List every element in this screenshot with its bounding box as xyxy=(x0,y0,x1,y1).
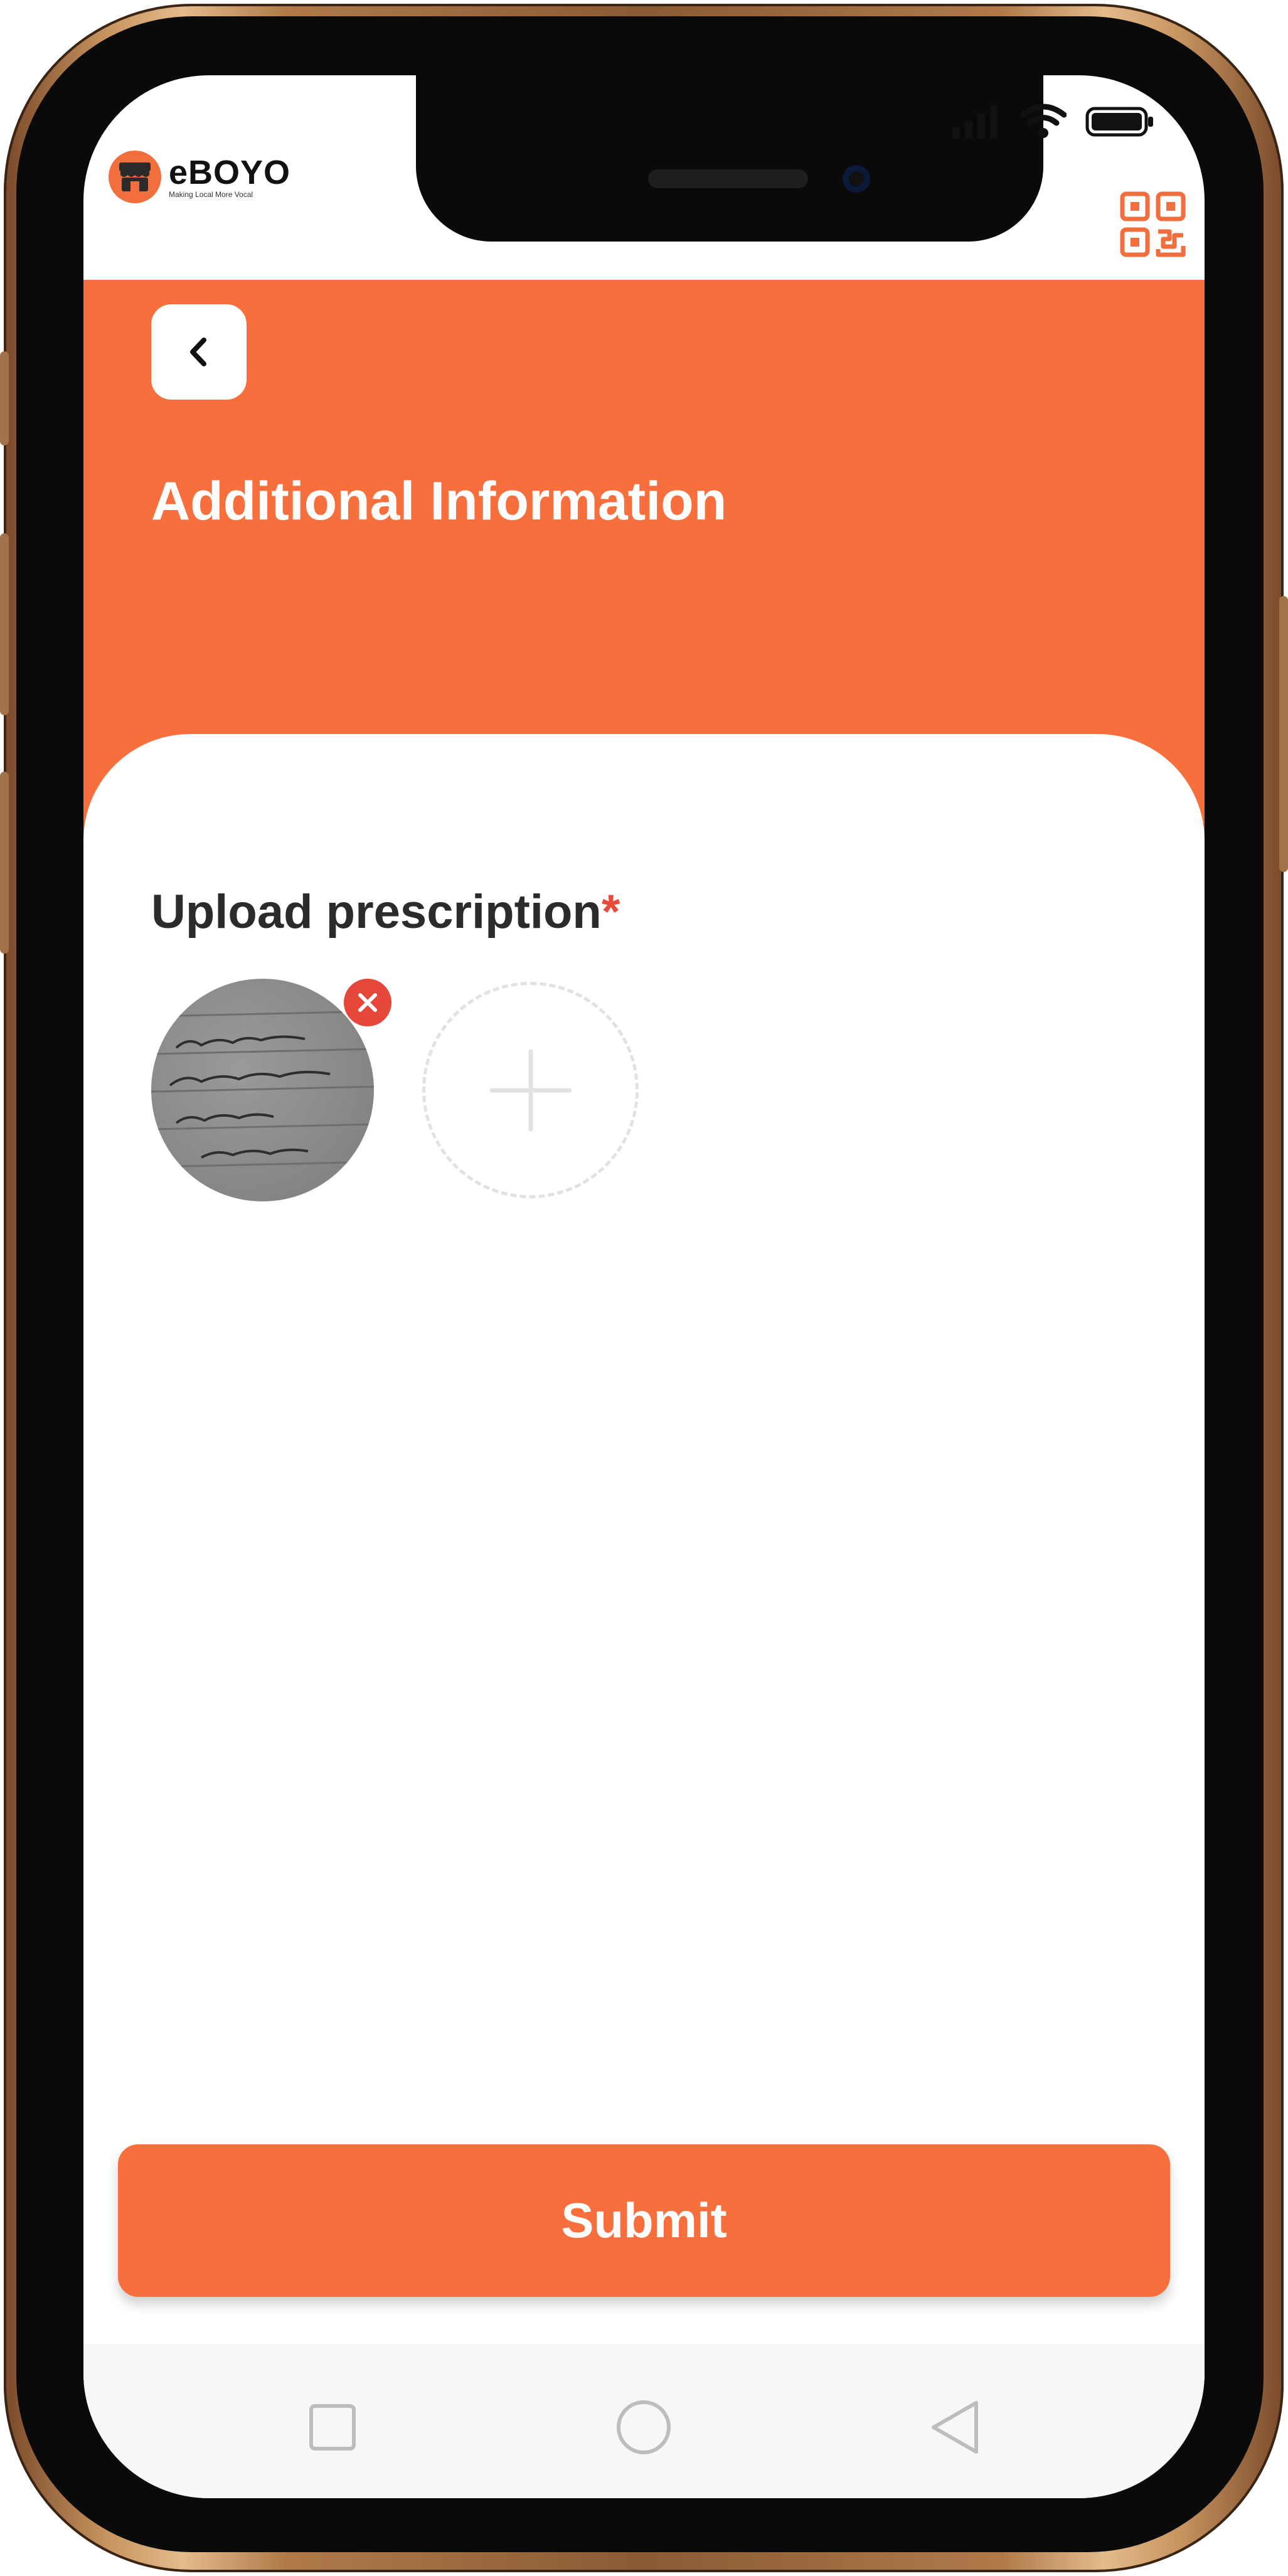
status-bar xyxy=(951,104,1154,139)
wifi-icon xyxy=(1020,104,1067,138)
plus-icon xyxy=(489,1049,572,1131)
phone-screen: eBOYO Making Local More Vocal Additional… xyxy=(83,75,1205,2498)
home-button[interactable] xyxy=(615,2399,672,2456)
power-button xyxy=(1279,596,1288,872)
required-marker: * xyxy=(601,885,620,939)
volume-down-button xyxy=(0,772,9,954)
brand-tagline: Making Local More Vocal xyxy=(169,190,253,199)
brand-name: eBOYO xyxy=(169,154,291,191)
speaker-grille xyxy=(648,169,808,188)
volume-up-button xyxy=(0,533,9,715)
upload-prescription-label: Upload prescription* xyxy=(151,885,620,939)
circle-icon xyxy=(617,2400,671,2454)
battery-icon xyxy=(1085,107,1153,137)
close-icon xyxy=(358,993,377,1012)
page-title: Additional Information xyxy=(151,471,727,531)
signal-icon xyxy=(952,105,998,139)
brand-logo: eBOYO Making Local More Vocal xyxy=(109,151,290,203)
triangle-back-icon xyxy=(932,2401,978,2454)
android-nav-bar xyxy=(83,2344,1205,2498)
system-back-button[interactable] xyxy=(927,2399,984,2456)
back-button[interactable] xyxy=(151,304,247,400)
submit-button[interactable]: Submit xyxy=(118,2144,1170,2297)
upload-label-text: Upload prescription xyxy=(151,885,602,939)
qr-code-icon[interactable] xyxy=(1120,191,1186,257)
storefront-icon xyxy=(109,151,161,203)
notch xyxy=(416,75,1043,242)
recent-apps-button[interactable] xyxy=(304,2399,361,2456)
chevron-left-icon xyxy=(190,338,206,366)
remove-image-button[interactable] xyxy=(344,979,391,1026)
mute-switch xyxy=(0,351,9,445)
prescription-thumbnail[interactable] xyxy=(151,979,374,1201)
square-icon xyxy=(309,2404,356,2451)
front-camera xyxy=(843,165,870,193)
prescription-photo-icon xyxy=(151,1010,374,1168)
add-image-button[interactable] xyxy=(422,982,639,1198)
